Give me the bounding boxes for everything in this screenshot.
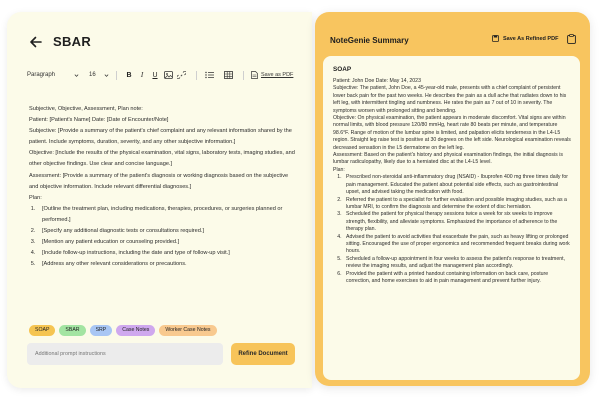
summary-paragraph: Assessment: Based on the patient's histo… [333, 152, 563, 166]
summary-plan-list: Prescribed non-steroidal anti-inflammato… [343, 174, 572, 285]
image-button[interactable] [163, 70, 173, 80]
toolbar-divider [243, 70, 244, 80]
table-icon [223, 71, 233, 79]
doc-line: Subjective, Objective, Assessment, Plan … [29, 106, 143, 112]
toolbar-divider [116, 70, 117, 80]
chip-sbar[interactable]: SBAR [59, 325, 86, 336]
chip-soap[interactable]: SOAP [29, 325, 56, 336]
link-button[interactable] [176, 70, 186, 80]
save-icon [492, 35, 499, 42]
document-body[interactable]: Subjective, Objective, Assessment, Plan … [29, 104, 299, 270]
plan-item: [Address any other relevant consideratio… [37, 259, 299, 270]
summary-content: SOAP Patient: John Doe Date: May 14, 202… [323, 56, 580, 380]
summary-plan-item: Prescribed non-steroidal anti-inflammato… [343, 174, 572, 196]
summary-panel: NoteGenie Summary Save As Refined PDF SO… [315, 12, 590, 386]
doc-line: Assessment: [Provide a summary of the pa… [29, 172, 289, 190]
summary-text: Patient: John Doe Date: May 14, 2023 Sub… [333, 78, 572, 285]
prompt-input[interactable] [27, 343, 223, 365]
doc-line: Plan: [29, 194, 42, 201]
chevron-down-icon [74, 73, 79, 77]
chip-case-notes[interactable]: Case Notes [116, 325, 156, 336]
summary-paragraph: Objective: On physical examination, the … [333, 115, 571, 151]
list-button[interactable] [204, 70, 214, 80]
font-size-value: 16 [89, 72, 96, 78]
italic-button[interactable]: I [137, 70, 147, 80]
template-chips: SOAP SBAR SRP Case Notes Worker Case Not… [29, 325, 217, 336]
summary-heading: SOAP [333, 66, 352, 73]
paragraph-style-value: Paragraph [27, 72, 56, 78]
paragraph-style-select[interactable]: Paragraph [27, 72, 79, 78]
plan-list: [Outline the treatment plan, including m… [37, 204, 299, 271]
list-icon [204, 71, 214, 79]
plan-item: [Include follow-up instructions, includi… [37, 248, 299, 259]
summary-paragraph: Subjective: The patient, John Doe, a 45-… [333, 85, 567, 114]
save-refined-pdf-label: Save As Refined PDF [503, 35, 559, 42]
doc-line: Subjective: [Provide a summary of the pa… [29, 128, 292, 146]
link-icon [176, 71, 186, 79]
doc-line: Patient: [Patient's Name] Date: [Date of… [29, 117, 169, 124]
plan-item: [Mention any patient education or counse… [37, 237, 299, 248]
editor-header: SBAR [29, 34, 91, 49]
save-refined-pdf-button[interactable]: Save As Refined PDF [492, 35, 558, 42]
save-as-pdf-label: Save as PDF [261, 72, 294, 78]
summary-plan-item: Provided the patient with a printed hand… [343, 271, 572, 286]
summary-plan-item: Scheduled the patient for physical thera… [343, 211, 572, 233]
font-size-select[interactable]: 16 [89, 72, 109, 78]
plan-item: [Specify any additional diagnostic tests… [37, 226, 299, 237]
toolbar-divider [196, 70, 197, 80]
summary-title: NoteGenie Summary [330, 35, 409, 45]
underline-button[interactable]: U [150, 70, 160, 80]
summary-plan-item: Referred the patient to a specialist for… [343, 197, 572, 212]
chevron-down-icon [104, 73, 109, 77]
format-toolbar: Paragraph 16 B I U Save as PDF [27, 68, 302, 82]
summary-paragraph: Patient: John Doe Date: May 14, 2023 [333, 78, 421, 84]
doc-line: Objective: [Include the results of the p… [29, 150, 295, 168]
save-as-pdf-button[interactable]: Save as PDF [251, 71, 293, 79]
refine-document-button[interactable]: Refine Document [231, 343, 295, 365]
summary-header: NoteGenie Summary Save As Refined PDF [330, 34, 580, 46]
bold-button[interactable]: B [124, 70, 134, 80]
chip-srp[interactable]: SRP [89, 325, 113, 336]
table-button[interactable] [223, 70, 233, 80]
summary-plan-item: Advised the patient to avoid activities … [343, 234, 572, 256]
document-icon [251, 71, 258, 79]
plan-item: [Outline the treatment plan, including m… [37, 204, 299, 226]
summary-paragraph: Plan: [333, 166, 345, 173]
chip-worker-case-notes[interactable]: Worker Case Notes [159, 325, 217, 336]
editor-title: SBAR [53, 34, 92, 49]
editor-panel: SBAR Paragraph 16 B I U Save as PDF Subj… [7, 12, 312, 388]
back-arrow-icon[interactable] [29, 35, 43, 49]
summary-plan-item: Scheduled a follow-up appointment in fou… [343, 256, 572, 271]
image-icon [163, 71, 173, 79]
clipboard-icon[interactable] [567, 34, 576, 44]
app-window: SBAR Paragraph 16 B I U Save as PDF Subj… [7, 12, 593, 394]
